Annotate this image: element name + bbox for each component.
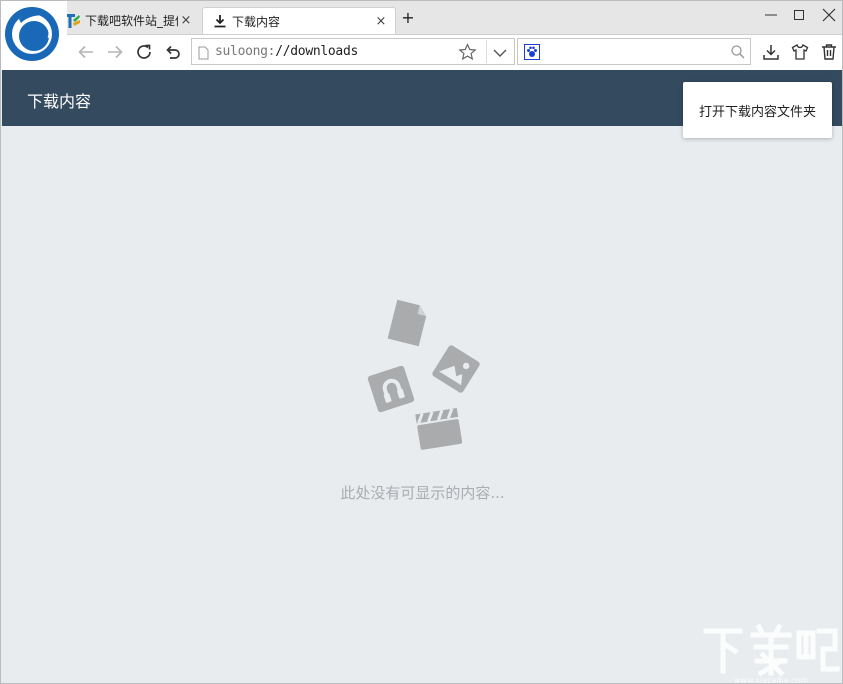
chevron-down-icon[interactable] xyxy=(492,45,508,64)
search-input[interactable] xyxy=(517,38,751,65)
close-window-icon[interactable] xyxy=(818,5,840,25)
back-icon[interactable] xyxy=(75,41,97,63)
address-divider xyxy=(486,40,487,63)
browser-window: 下载吧软件站_提供 × 下载内容 × + suloong://downloads… xyxy=(0,0,843,684)
svg-text:www.xiazaiba.com: www.xiazaiba.com xyxy=(734,676,808,684)
download-icon xyxy=(212,14,228,28)
navigation-toolbar: suloong://downloads xyxy=(1,34,842,70)
site-favicon-icon xyxy=(65,13,81,28)
empty-state-message: 此处没有可显示的内容... xyxy=(340,484,505,502)
tab-downloads[interactable]: 下载内容 × xyxy=(202,7,396,34)
video-clapper-icon xyxy=(415,407,463,450)
music-icon xyxy=(367,365,415,413)
skin-shirt-icon[interactable] xyxy=(789,41,811,63)
maximize-icon[interactable] xyxy=(788,5,810,25)
downloads-icon[interactable] xyxy=(760,41,782,63)
tab-xiazaiba[interactable]: 下载吧软件站_提供 × xyxy=(57,7,200,34)
close-tab-icon[interactable]: × xyxy=(178,13,194,29)
page-title: 下载内容 xyxy=(27,92,92,111)
search-icon[interactable] xyxy=(730,44,746,64)
watermark-logo: www.xiazaiba.com xyxy=(701,621,841,684)
address-bar[interactable]: suloong://downloads xyxy=(191,38,515,65)
forward-icon[interactable] xyxy=(104,41,126,63)
empty-state-illustration xyxy=(356,299,491,459)
image-icon xyxy=(432,345,480,393)
undo-icon[interactable] xyxy=(162,41,184,63)
new-tab-button[interactable]: + xyxy=(400,10,416,26)
bookmark-star-icon[interactable] xyxy=(458,43,477,65)
address-text: suloong://downloads xyxy=(215,44,359,59)
tab-title: 下载吧软件站_提供 xyxy=(85,14,178,28)
trash-icon[interactable] xyxy=(818,41,840,63)
page-icon xyxy=(198,45,209,64)
tab-strip: 下载吧软件站_提供 × 下载内容 × + xyxy=(1,1,842,34)
document-icon xyxy=(387,299,427,347)
minimize-icon[interactable] xyxy=(760,5,782,25)
open-downloads-folder-button[interactable]: 打开下载内容文件夹 xyxy=(683,82,832,138)
close-tab-icon[interactable]: × xyxy=(373,13,389,29)
reload-icon[interactable] xyxy=(133,41,155,63)
browser-logo[interactable] xyxy=(1,1,78,88)
search-engine-icon[interactable] xyxy=(524,44,540,64)
tab-title: 下载内容 xyxy=(232,14,281,29)
